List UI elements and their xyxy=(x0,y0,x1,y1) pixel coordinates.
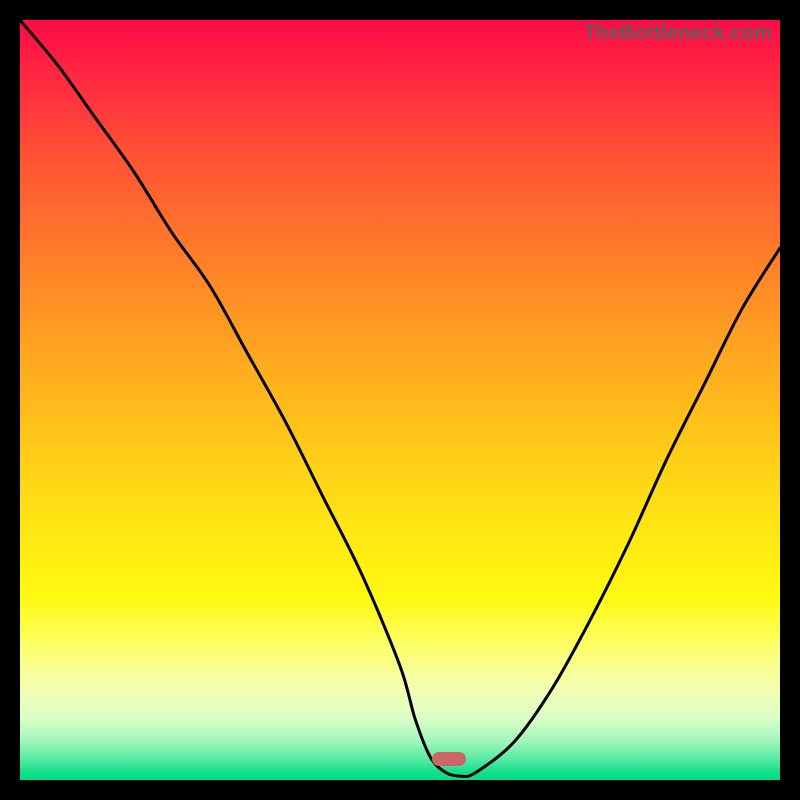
optimal-marker xyxy=(432,752,466,766)
bottleneck-curve xyxy=(20,20,780,780)
plot-gradient-area: TheBottleneck.com xyxy=(20,20,780,780)
curve-path xyxy=(20,20,780,777)
chart-frame: TheBottleneck.com xyxy=(0,0,800,800)
watermark-label: TheBottleneck.com xyxy=(584,22,772,45)
